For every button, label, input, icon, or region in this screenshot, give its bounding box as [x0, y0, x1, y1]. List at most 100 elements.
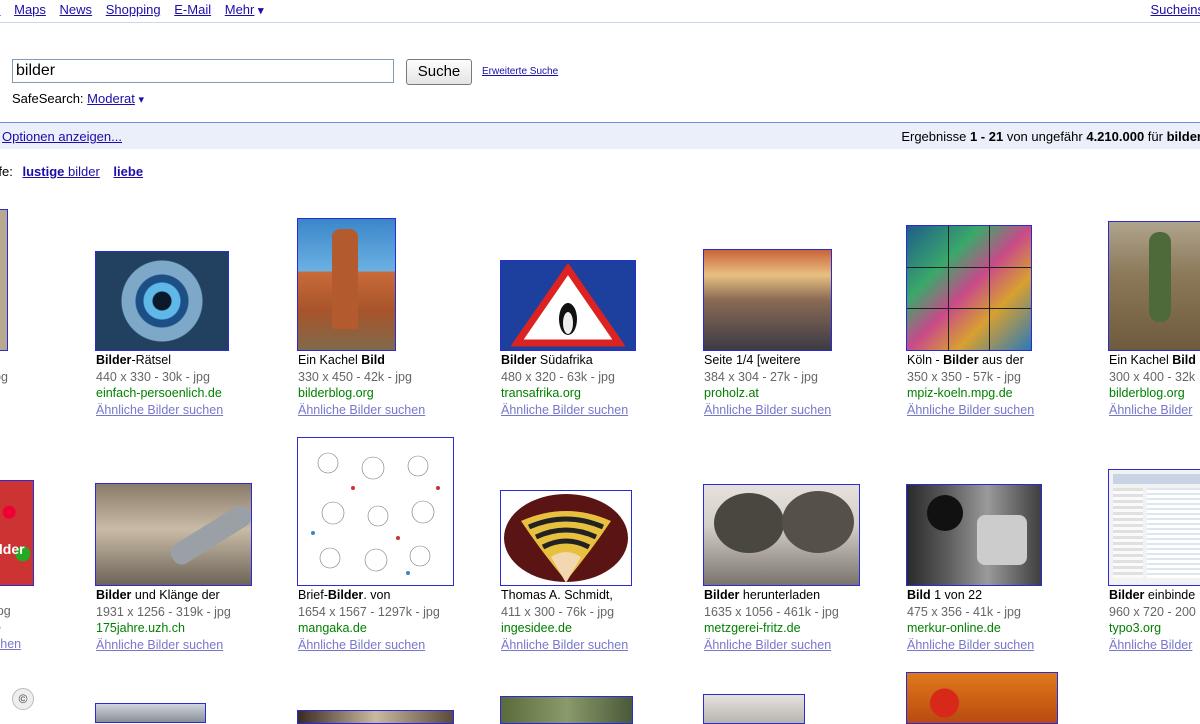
thumbnail-text: ilder — [0, 541, 25, 557]
similar-images-link[interactable]: Ähnliche Bilder suchen — [96, 637, 276, 654]
search-input[interactable] — [12, 59, 394, 83]
source-site[interactable]: transafrika.org — [501, 385, 681, 402]
image-thumbnail[interactable] — [95, 251, 229, 351]
image-thumbnail[interactable] — [297, 218, 396, 351]
similar-images-link[interactable]: Ähnliche Bilder suchen — [907, 402, 1087, 419]
image-meta: jpg — [0, 604, 11, 618]
source-site[interactable]: 175jahre.uzh.ch — [96, 620, 276, 637]
result-card: Bild 1 von 22 475 x 356 - 41k - jpg merk… — [907, 587, 1087, 653]
image-meta: 1931 x 1256 - 319k - jpg — [96, 604, 231, 619]
image-thumbnail[interactable] — [0, 209, 8, 351]
result-title[interactable]: Bilder-Rätsel — [96, 352, 276, 369]
result-title[interactable]: Seite 1/4 [weitere — [704, 352, 884, 369]
image-meta: 411 x 300 - 76k - jpg — [501, 604, 615, 619]
image-meta: 384 x 304 - 27k - jpg — [704, 369, 818, 384]
similar-images-link[interactable]: Ähnliche Bilder suchen — [704, 637, 884, 654]
advanced-search-link[interactable]: Erweiterte Suche — [482, 66, 558, 77]
title-bold: Bilder — [327, 588, 364, 602]
search-button[interactable]: Suche — [406, 59, 472, 85]
nav-more-menu[interactable]: Mehr ▾ — [225, 2, 264, 17]
search-settings-link[interactable]: Sucheins — [1151, 2, 1200, 17]
image-thumbnail[interactable] — [95, 483, 252, 586]
nav-link-partial[interactable]: s — [0, 2, 1, 17]
source-site[interactable]: ingesidee.de — [501, 620, 681, 637]
image-meta: 440 x 330 - 30k - jpg — [96, 369, 210, 384]
image-meta: 475 x 356 - 41k - jpg — [907, 604, 1021, 619]
source-site[interactable]: metzgerei-fritz.de — [704, 620, 884, 637]
image-thumbnail[interactable] — [906, 225, 1032, 351]
result-title[interactable]: Bild 1 von 22 — [907, 587, 1087, 604]
similar-images-link[interactable]: Ähnliche Bilder — [1109, 637, 1200, 654]
result-card: Köln - Bilder aus der 350 x 350 - 57k - … — [907, 352, 1087, 418]
source-site[interactable]: merkur-online.de — [907, 620, 1087, 637]
source-site[interactable]: e — [0, 620, 34, 637]
source-site[interactable]: mangaka.de — [298, 620, 478, 637]
nav-link-shopping[interactable]: Shopping — [106, 2, 161, 17]
source-site[interactable]: einfach-persoenlich.de — [96, 385, 276, 402]
image-thumbnail[interactable] — [500, 260, 636, 351]
similar-images-link[interactable]: Ähnliche Bilder suchen — [501, 402, 681, 419]
related-link-liebe[interactable]: liebe — [113, 164, 143, 179]
nav-link-news[interactable]: News — [60, 2, 93, 17]
image-thumbnail[interactable] — [703, 484, 860, 586]
similar-images-link[interactable]: Ähnliche Bilder suchen — [298, 402, 478, 419]
similar-images-link[interactable]: Ähnliche Bilder — [1109, 402, 1200, 419]
result-title[interactable]: Thomas A. Schmidt, — [501, 587, 681, 604]
image-meta: 480 x 320 - 63k - jpg — [501, 369, 615, 384]
similar-images-link[interactable]: Ähnliche Bilder suchen — [501, 637, 681, 654]
image-meta: 1654 x 1567 - 1297k - jpg — [298, 604, 440, 619]
source-site[interactable]: mpiz-koeln.mpg.de — [907, 385, 1087, 402]
image-thumbnail[interactable] — [297, 710, 454, 724]
source-site[interactable]: proholz.at — [704, 385, 884, 402]
top-navigation: s Maps News Shopping E-Mail Mehr ▾ Suche… — [0, 0, 1200, 22]
source-site[interactable]: bilderblog.org — [1109, 385, 1200, 402]
related-link-lustige-bilder[interactable]: lustige bilder — [22, 164, 99, 179]
safesearch-dropdown[interactable]: Moderat — [87, 91, 135, 106]
image-thumbnail[interactable] — [906, 484, 1042, 586]
similar-images-link[interactable]: Ähnliche Bilder suchen — [96, 402, 276, 419]
chevron-down-icon[interactable]: ▾ — [139, 94, 145, 106]
result-title[interactable]: Ein Kachel Bild — [1109, 352, 1200, 369]
result-title[interactable]: Ein Kachel Bild — [298, 352, 478, 369]
source-site[interactable]: bilderblog.org — [298, 385, 478, 402]
result-title[interactable]: Bilder einbinde — [1109, 587, 1200, 604]
image-meta: 350 x 350 - 57k - jpg — [907, 369, 1021, 384]
title-text: herunterladen — [739, 588, 821, 602]
image-thumbnail[interactable] — [95, 703, 206, 723]
similar-images-link[interactable]: Ähnliche Bilder suchen — [704, 402, 884, 419]
title-text-end: aus der — [978, 353, 1024, 367]
result-title[interactable]: Köln - Bilder aus der — [907, 352, 1087, 369]
image-thumbnail[interactable]: ilder — [0, 480, 34, 586]
similar-images-link[interactable]: Ähnliche Bilder suchen — [907, 637, 1087, 654]
result-card-partial: pg — [0, 369, 24, 386]
result-title[interactable]: Brief-Bilder. von — [298, 587, 478, 604]
similar-images-link[interactable]: Ähnliche Bilder suchen — [298, 637, 478, 654]
image-thumbnail[interactable] — [703, 249, 832, 351]
title-bold: Bilder — [704, 588, 740, 602]
stats-query: bilder — [1166, 129, 1200, 144]
result-title[interactable]: Bilder herunterladen — [704, 587, 884, 604]
result-title[interactable]: Bilder und Klänge der — [96, 587, 276, 604]
show-options-link[interactable]: Optionen anzeigen... — [2, 129, 122, 144]
copyright-icon: © — [12, 688, 34, 710]
image-thumbnail[interactable] — [1108, 469, 1200, 586]
image-thumbnail[interactable] — [1108, 221, 1200, 351]
title-bold: Bilder — [501, 353, 537, 367]
title-text: -Rätsel — [131, 353, 172, 367]
related-kw-rest: bilder — [64, 164, 100, 179]
similar-images-link[interactable]: chen — [0, 636, 34, 653]
nav-more-label: Mehr — [224, 2, 255, 17]
image-meta: 300 x 400 - 32k — [1109, 369, 1196, 384]
title-text: einbinde — [1144, 588, 1196, 602]
image-thumbnail[interactable] — [297, 437, 454, 586]
nav-link-email[interactable]: E-Mail — [174, 2, 211, 17]
image-meta: 330 x 450 - 42k - jpg — [298, 369, 412, 384]
result-title[interactable]: Bilder Südafrika — [501, 352, 681, 369]
result-card: Bilder und Klänge der 1931 x 1256 - 319k… — [96, 587, 276, 653]
nav-link-maps[interactable]: Maps — [14, 2, 46, 17]
image-thumbnail[interactable] — [906, 672, 1058, 724]
source-site[interactable]: typo3.org — [1109, 620, 1200, 637]
result-card: Thomas A. Schmidt, 411 x 300 - 76k - jpg… — [501, 587, 681, 653]
title-text: Ein Kachel — [1109, 353, 1173, 367]
image-thumbnail[interactable] — [500, 490, 632, 586]
